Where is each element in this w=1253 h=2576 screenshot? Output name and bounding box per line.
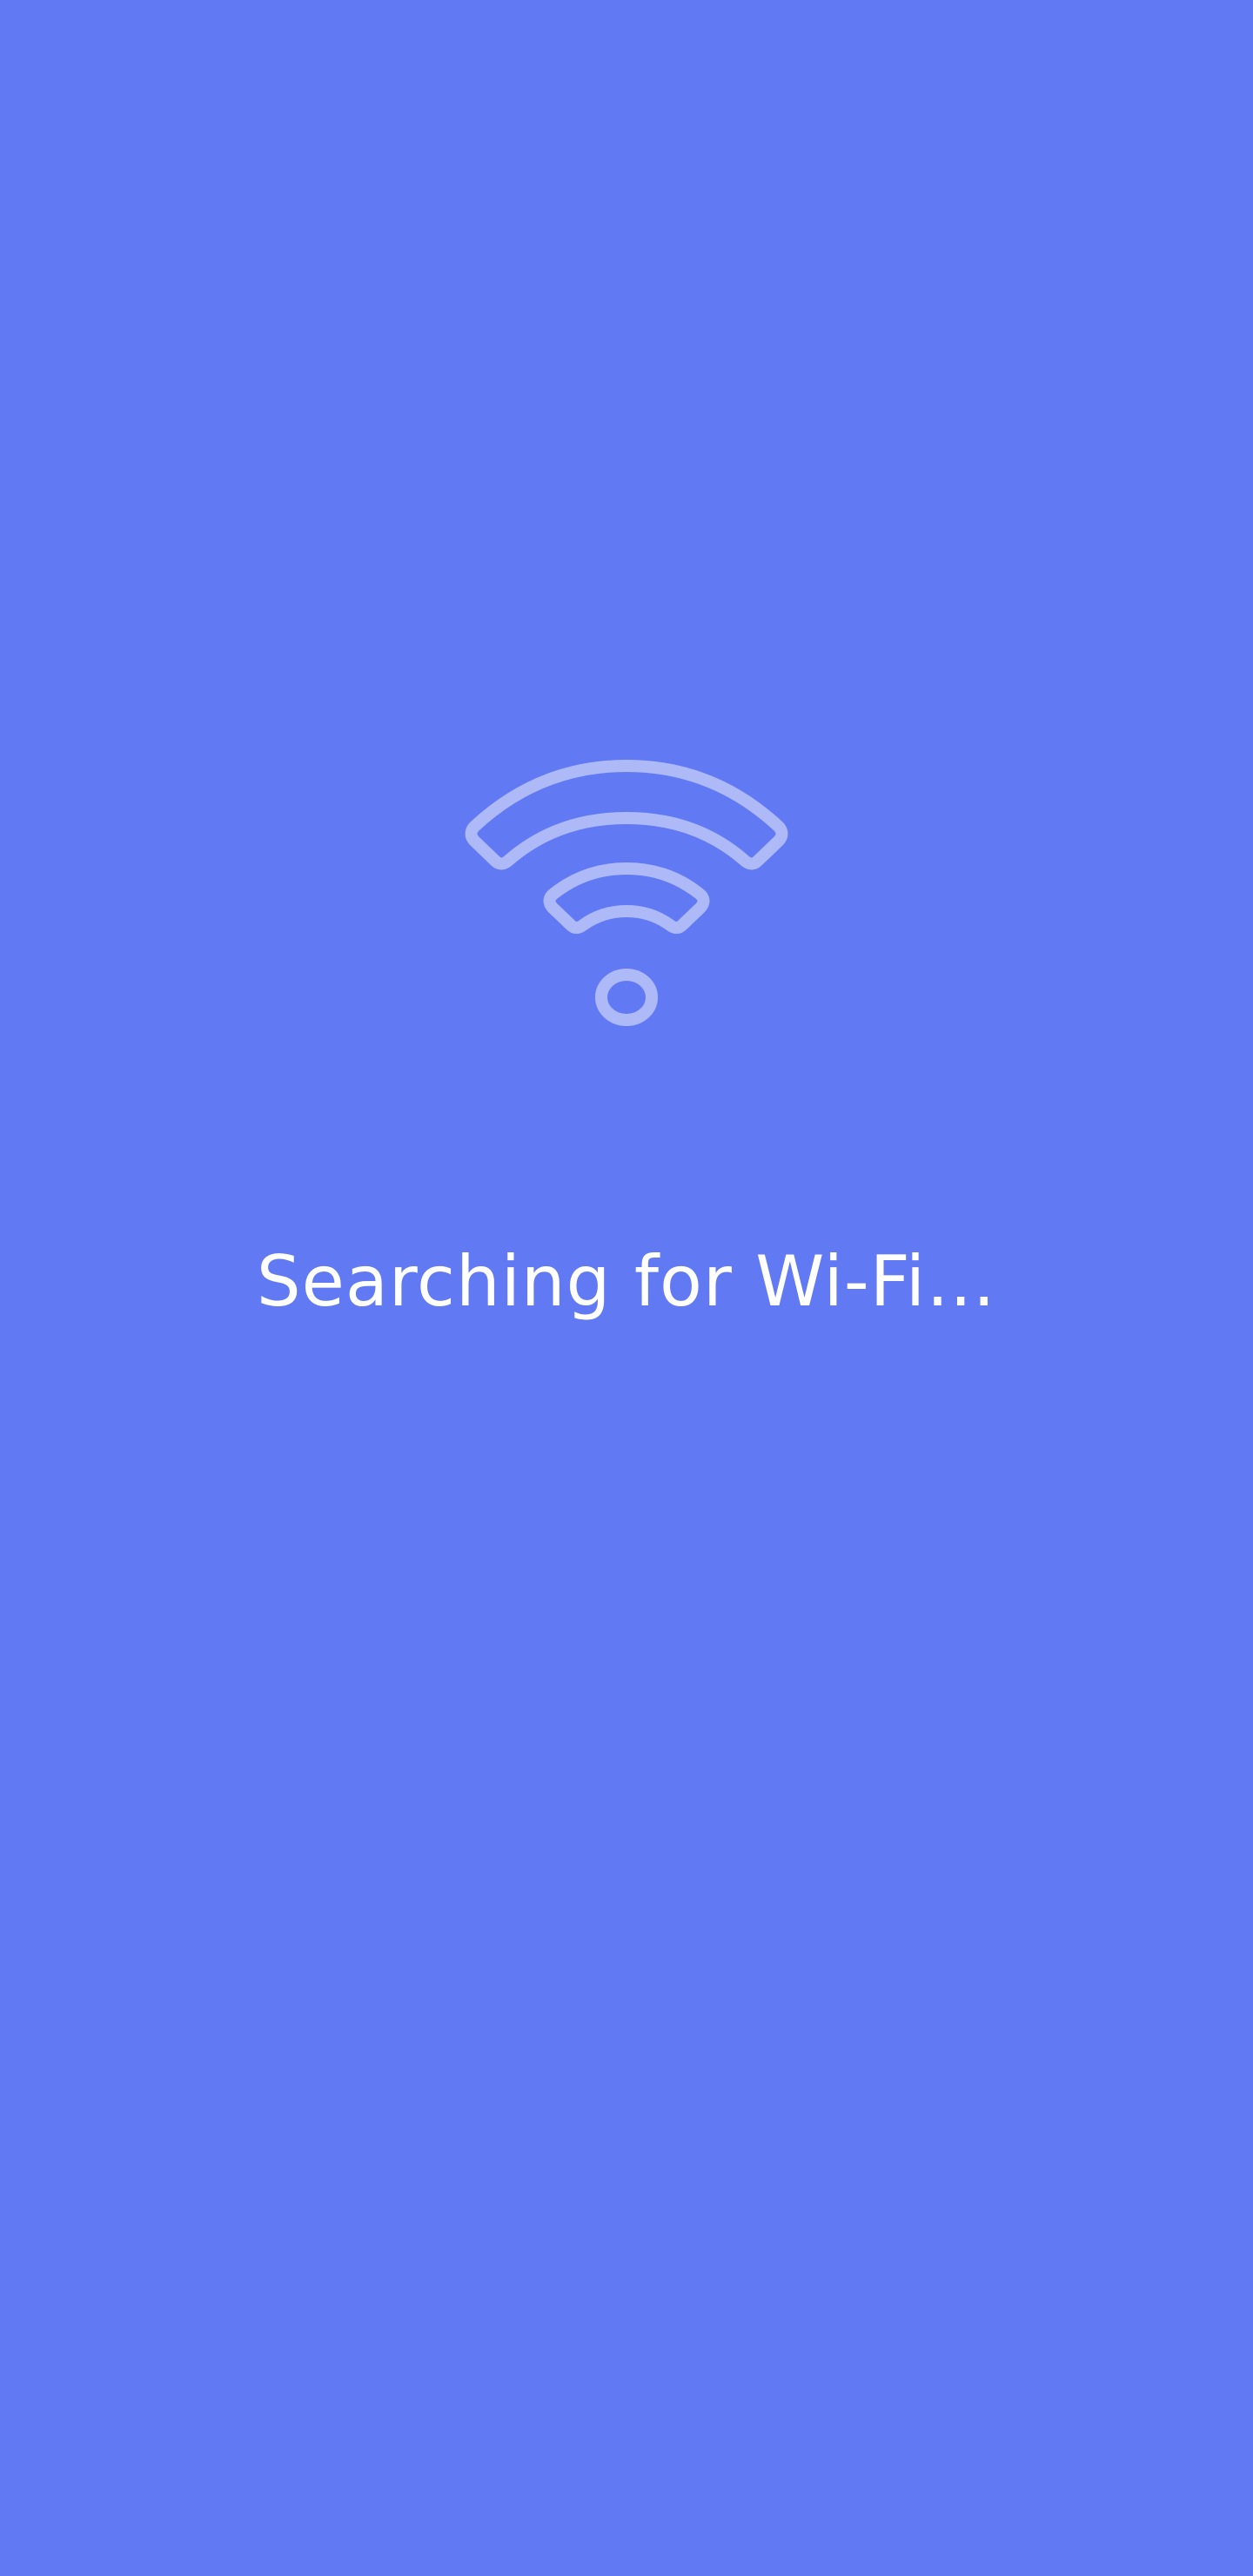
wifi-dot [595,969,658,1026]
wifi-search-screen: Searching for Wi-Fi… [0,0,1253,2576]
wifi-outer-arc [465,760,788,870]
wifi-icon [444,740,809,1036]
searching-wifi-message: Searching for Wi-Fi… [256,1241,997,1322]
wifi-middle-arc [543,862,710,934]
